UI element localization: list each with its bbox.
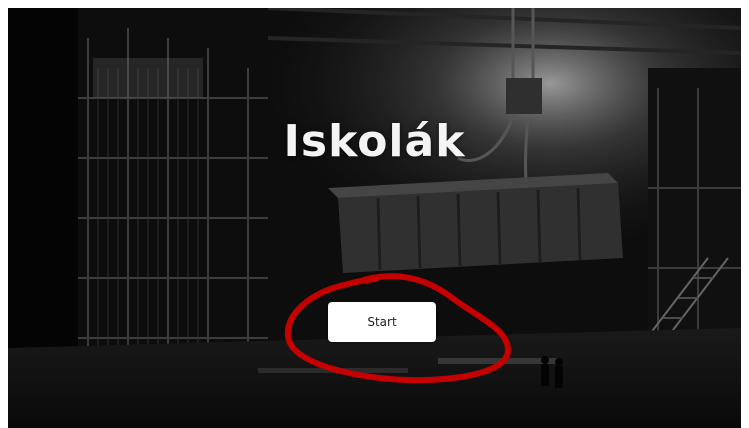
hero-background-image: [8, 8, 741, 428]
hero-section: Iskolák Start: [8, 8, 741, 428]
page-title: Iskolák: [283, 116, 466, 167]
page: Iskolák Start: [0, 0, 749, 428]
start-button[interactable]: Start: [328, 302, 436, 342]
